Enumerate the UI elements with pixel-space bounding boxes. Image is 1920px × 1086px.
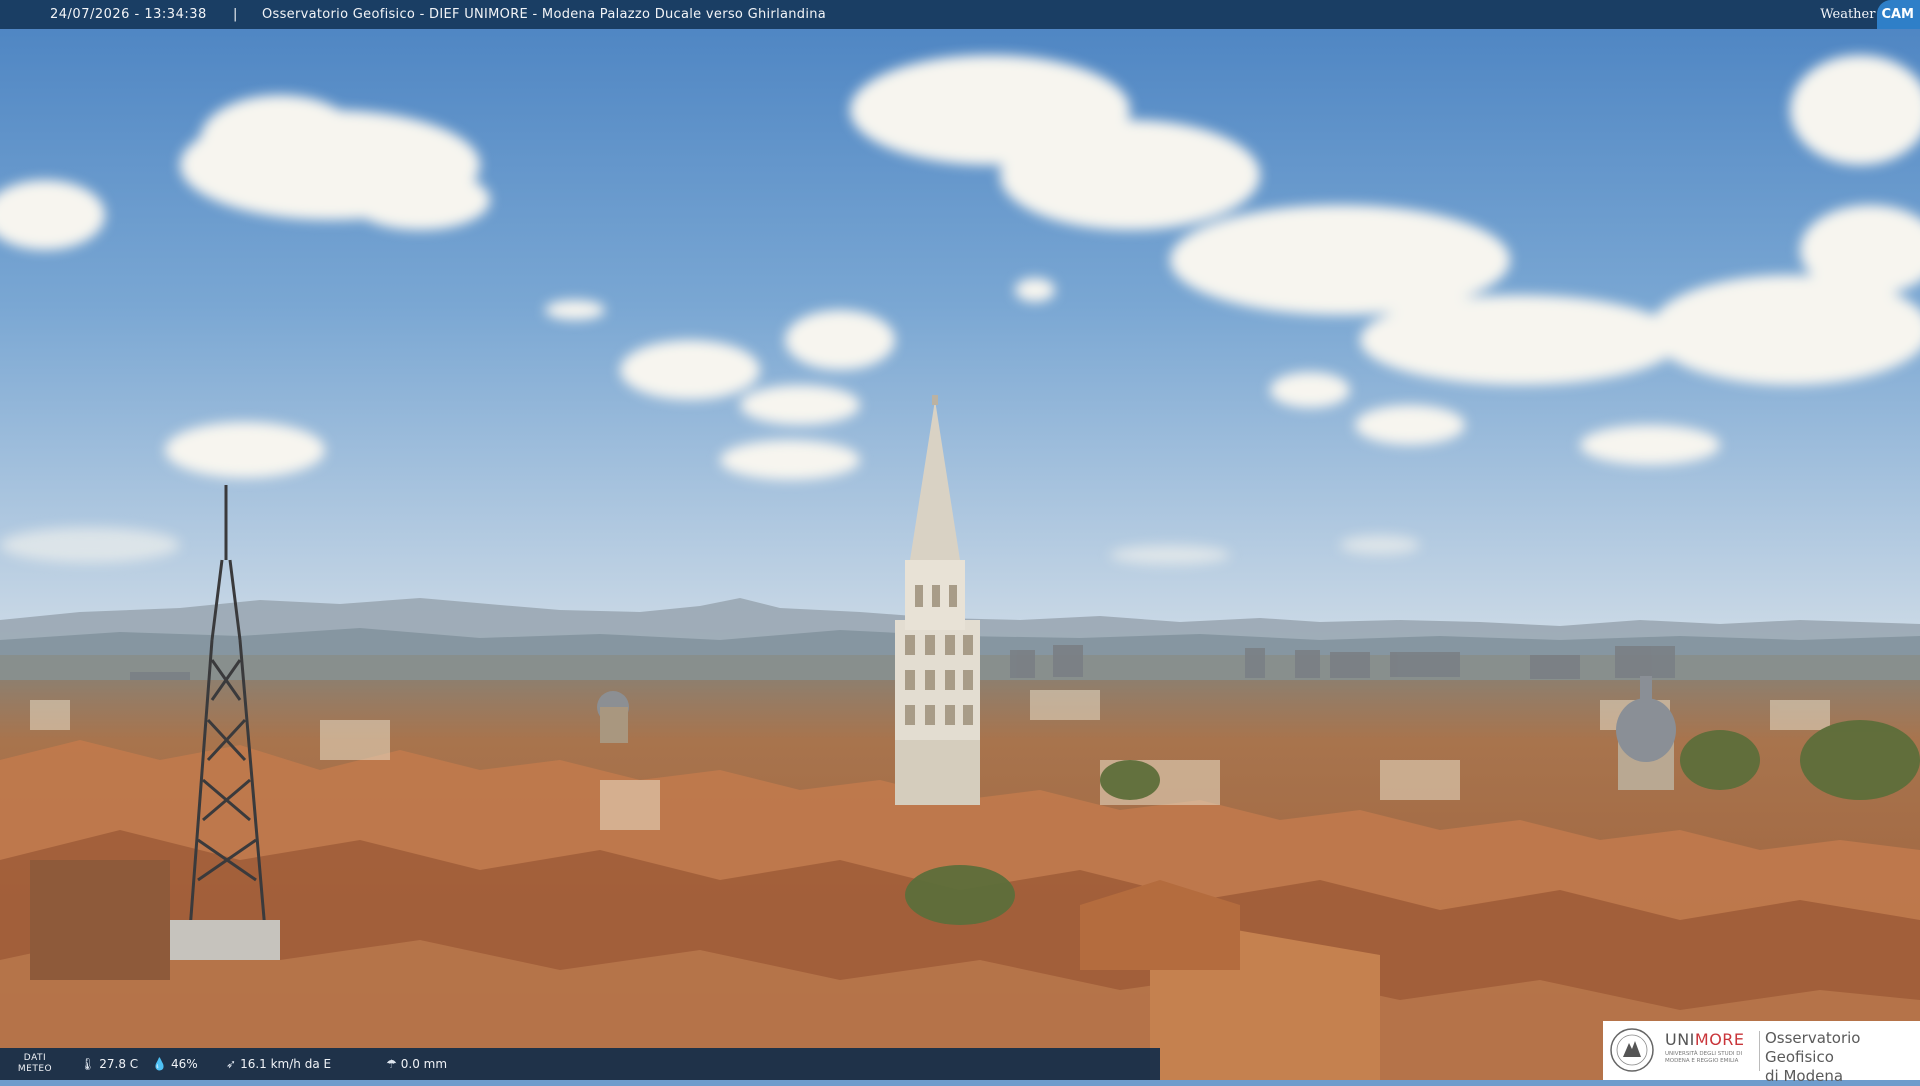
rain-readout: ☂ 0.0 mm [386,1057,448,1071]
brand-word: Weather [1820,7,1876,22]
webcam-scene [0,0,1920,1080]
meteo-bar: DATI METEO 🌡 27.8 C 💧 46% ➶ 16.1 km/h da… [0,1048,1160,1080]
separator: | [233,7,238,22]
observatory-name: Osservatorio Geofisico di Modena [1765,1029,1861,1085]
humidity-readout: 💧 46% [152,1057,198,1071]
weathercam-logo: Weather CAM [1820,0,1920,29]
unimore-subtitle: UNIVERSITÀ DEGLI STUDI DI MODENA E REGGI… [1665,1051,1743,1064]
wind-readout: ➶ 16.1 km/h da E [226,1057,332,1071]
logo-divider [1759,1031,1760,1071]
top-overlay-bar: 24/07/2026 - 13:34:38 | Osservatorio Geo… [0,0,1920,29]
unimore-name: UNIMORE [1665,1030,1745,1049]
brand-badge: CAM [1877,0,1920,29]
meteo-label: DATI METEO [17,1053,53,1074]
rain-icon: ☂ [386,1057,397,1071]
unimore-logo: UNIMORE UNIVERSITÀ DEGLI STUDI DI MODENA… [1603,1021,1920,1085]
wind-icon: ➶ [226,1057,237,1071]
unimore-crest-icon [1610,1028,1654,1072]
timestamp: 24/07/2026 - 13:34:38 [50,7,207,22]
temperature-readout: 🌡 27.8 C [80,1057,139,1071]
humidity-drop-icon: 💧 [152,1057,167,1071]
camera-title: Osservatorio Geofisico - DIEF UNIMORE - … [262,7,827,22]
thermometer-icon: 🌡 [80,1057,96,1071]
